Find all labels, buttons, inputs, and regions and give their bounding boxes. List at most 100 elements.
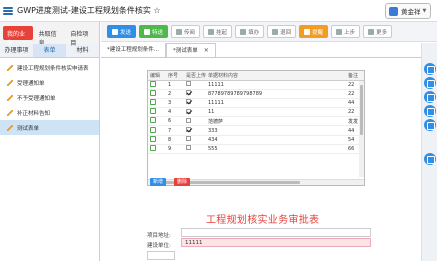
previous-step-button[interactable]: 上步 [331, 25, 361, 38]
remind-button[interactable]: 提醒 [299, 25, 329, 38]
more-label: 更多 [376, 29, 388, 36]
form-title: 工程规划核实业务审批表 [206, 215, 320, 226]
uploaded-cell[interactable] [184, 135, 206, 145]
table-row[interactable]: 9 555 66 [148, 144, 364, 155]
uploaded-cell[interactable] [184, 107, 206, 118]
uploaded-checkbox[interactable] [186, 136, 191, 142]
vertical-scrollbar[interactable] [359, 81, 364, 177]
toolbar: 发送 特送 传阅 挂起 填办 退回 提醒 上步 更多 [101, 22, 437, 42]
project-address-input[interactable] [181, 228, 371, 237]
tab-application-form[interactable]: *建设工程规划条件... [101, 43, 166, 57]
applicant-input[interactable]: 11111 [181, 238, 371, 247]
edit-cell[interactable] [148, 89, 166, 99]
edit-cell[interactable] [148, 107, 166, 118]
user-name: 黄金祥 [401, 8, 421, 16]
content-cell: 434 [206, 135, 346, 145]
uploaded-checkbox[interactable] [186, 145, 191, 151]
edit-icon[interactable] [150, 80, 156, 87]
uploaded-checkbox[interactable] [186, 81, 191, 87]
chevron-down-icon [368, 28, 375, 35]
return-button[interactable]: 退回 [267, 25, 297, 38]
tab-forms[interactable]: 表单 [33, 44, 66, 57]
handle-button[interactable]: 填办 [235, 25, 265, 38]
edit-icon[interactable] [150, 144, 156, 151]
special-send-button[interactable]: 特送 [139, 25, 169, 38]
table-row[interactable]: 3 11111 44 [148, 98, 364, 109]
index-cell: 2 [166, 89, 184, 99]
send-button[interactable]: 发送 [107, 25, 137, 38]
edit-icon[interactable] [150, 117, 156, 124]
edit-cell[interactable] [148, 135, 166, 145]
index-cell: 1 [166, 80, 184, 90]
list-item[interactable]: 不予受理通知单 [0, 90, 99, 105]
col-uploaded: 是否上传 [184, 71, 207, 81]
table-row[interactable]: 7 333 44 [148, 125, 364, 136]
delete-row-button[interactable]: 删除 [174, 178, 191, 186]
uploaded-cell[interactable] [184, 125, 206, 136]
tab-matters[interactable]: 办理事项 [0, 44, 33, 57]
edit-icon[interactable] [150, 108, 156, 115]
minus-icon[interactable] [424, 119, 436, 131]
edit-cell[interactable] [148, 144, 166, 155]
table-row[interactable]: 1 11111 22 [148, 80, 364, 90]
col-content: 单据材料内容 [206, 71, 346, 81]
table-row[interactable]: 2 87789789789798789 22 [148, 89, 364, 99]
uploaded-cell[interactable] [184, 80, 206, 90]
edit-cell[interactable] [148, 125, 166, 136]
right-sidebar [421, 43, 437, 261]
index-cell: 6 [166, 116, 184, 127]
table-row[interactable]: 8 434 54 [148, 135, 364, 145]
handle-icon [240, 28, 247, 35]
uploaded-checkbox[interactable] [186, 108, 191, 114]
bell-icon [304, 28, 311, 35]
uploaded-checkbox[interactable] [186, 127, 191, 133]
edit-cell[interactable] [148, 98, 166, 109]
close-icon[interactable]: ✕ [204, 44, 209, 58]
edit-icon[interactable] [150, 98, 156, 105]
edit-cell[interactable] [148, 116, 166, 127]
edit-icon[interactable] [150, 89, 156, 96]
extra-input[interactable] [147, 251, 175, 260]
list-item[interactable]: 补正材料告知 [0, 105, 99, 120]
index-cell: 9 [166, 144, 184, 155]
applicant-label: 建设单位: [147, 243, 171, 249]
table-row[interactable]: 4 11 22 [148, 107, 364, 118]
uploaded-checkbox[interactable] [186, 90, 191, 96]
more-button[interactable]: 更多 [363, 25, 393, 38]
menu-icon[interactable] [3, 6, 13, 16]
edit-icon[interactable] [150, 135, 156, 142]
suspend-icon [208, 28, 215, 35]
tab-my-business[interactable]: 我的业务 [3, 26, 33, 47]
window-title: GWP进度测试-建设工程规划条件核实 ☆ [17, 6, 161, 15]
table-row[interactable]: 6 范德萨 发发 [148, 116, 364, 127]
circulate-button[interactable]: 传阅 [171, 25, 201, 38]
back-to-top-icon[interactable] [424, 153, 436, 165]
tab-test-form-label: *测试表单 [173, 47, 198, 54]
attachment-icon[interactable] [424, 105, 436, 117]
tab-materials[interactable]: 材料 [66, 44, 99, 57]
uploaded-checkbox[interactable] [186, 117, 191, 123]
suspend-button[interactable]: 挂起 [203, 25, 233, 38]
save-icon[interactable] [424, 77, 436, 89]
return-icon [272, 28, 279, 35]
tab-test-form[interactable]: *测试表单 ✕ [166, 43, 216, 57]
uploaded-checkbox[interactable] [186, 99, 191, 105]
add-row-button[interactable]: 新增 [150, 178, 167, 186]
uploaded-cell[interactable] [184, 144, 206, 155]
uploaded-cell[interactable] [184, 98, 206, 109]
uploaded-cell[interactable] [184, 116, 206, 127]
col-note: 备注 [346, 71, 364, 81]
list-item[interactable]: 受理通知单 [0, 75, 99, 90]
return-label: 退回 [280, 29, 292, 36]
list-item[interactable]: 建设工程规划条件核实申请表 [0, 60, 99, 75]
tab-shared-info[interactable]: 共取信息 [35, 26, 65, 47]
user-menu[interactable]: 黄金祥 ▼ [385, 3, 431, 19]
list-item[interactable]: 测试表单 [0, 120, 99, 135]
uploaded-cell[interactable] [184, 89, 206, 99]
edit-cell[interactable] [148, 80, 166, 90]
edit-icon[interactable] [150, 126, 156, 133]
tab-self-check[interactable]: 自检项目 [66, 26, 96, 47]
headset-icon[interactable] [424, 91, 436, 103]
print-icon[interactable] [424, 63, 436, 75]
col-index: 序号 [166, 71, 184, 81]
